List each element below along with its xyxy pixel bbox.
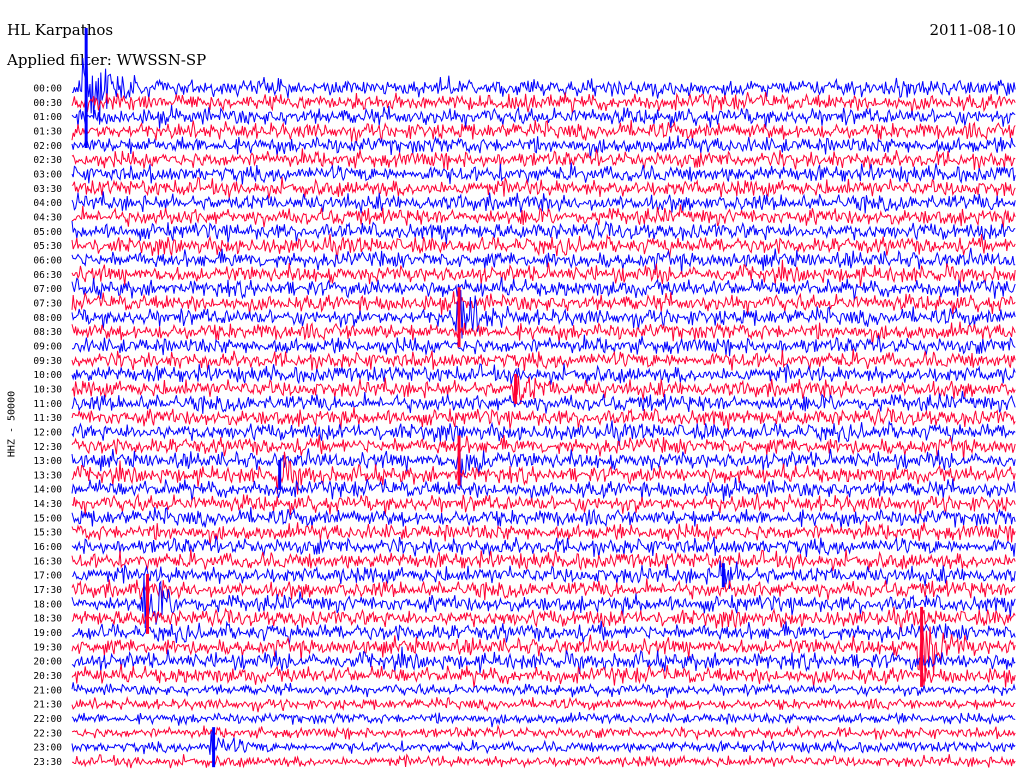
row-time-label: 14:30 [33, 499, 62, 510]
row-time-label: 00:30 [33, 98, 62, 109]
event-spike [514, 373, 518, 404]
event-spike [146, 573, 150, 634]
row-time-label: 01:00 [33, 112, 62, 123]
trace-row [71, 120, 1016, 144]
trace-row [71, 535, 1016, 558]
row-time-label: 12:30 [33, 442, 62, 453]
row-time-label: 09:30 [33, 356, 62, 367]
row-time-label: 22:00 [33, 714, 62, 725]
trace-row [71, 375, 1016, 405]
trace-row [71, 348, 1016, 371]
trace-row [71, 696, 1016, 713]
row-time-label: 17:00 [33, 571, 62, 582]
trace-row [71, 321, 1016, 345]
trace-group [71, 28, 1016, 769]
row-time-label: 17:30 [33, 585, 62, 596]
row-time-label: 21:00 [33, 685, 62, 696]
row-time-label: 19:00 [33, 628, 62, 639]
trace-row [71, 291, 1016, 315]
row-time-label: 04:30 [33, 212, 62, 223]
row-time-label: 11:30 [33, 413, 62, 424]
trace-row [71, 711, 1016, 728]
trace-row [71, 493, 1016, 516]
event-spike [457, 435, 461, 486]
row-time-label: 15:30 [33, 528, 62, 539]
row-time-label: 13:00 [33, 456, 62, 467]
row-time-label: 10:00 [33, 370, 62, 381]
row-time-label: 06:00 [33, 255, 62, 266]
row-time-label: 20:00 [33, 657, 62, 668]
event-spike [920, 606, 924, 687]
row-time-label: 01:30 [33, 126, 62, 137]
trace-row [71, 204, 1016, 229]
trace-row [71, 477, 1016, 502]
row-time-label: 23:30 [33, 757, 62, 768]
row-time-label: 06:30 [33, 270, 62, 281]
event-spike [721, 563, 725, 588]
row-time-label: 20:30 [33, 671, 62, 682]
row-time-label: 02:00 [33, 141, 62, 152]
row-time-label: 07:00 [33, 284, 62, 295]
row-time-label: 16:00 [33, 542, 62, 553]
trace-row [71, 37, 1016, 125]
row-time-label: 03:30 [33, 184, 62, 195]
event-spike [278, 459, 282, 490]
trace-row [71, 578, 1016, 601]
trace-row [71, 664, 1016, 688]
row-time-label: 04:00 [33, 198, 62, 209]
row-time-label: 08:30 [33, 327, 62, 338]
row-time-label: 15:00 [33, 513, 62, 524]
row-time-label: 02:30 [33, 155, 62, 166]
row-time-label: 22:30 [33, 728, 62, 739]
row-time-label: 14:00 [33, 485, 62, 496]
row-time-label: 10:30 [33, 384, 62, 395]
row-time-label: 07:30 [33, 298, 62, 309]
row-time-label: 09:00 [33, 341, 62, 352]
row-time-label: 16:30 [33, 556, 62, 567]
row-time-label: 08:00 [33, 313, 62, 324]
row-time-label: 13:30 [33, 470, 62, 481]
trace-row [71, 682, 1016, 698]
row-time-label: 18:00 [33, 599, 62, 610]
row-time-label: 11:00 [33, 399, 62, 410]
trace-row [71, 220, 1016, 244]
trace-row [71, 135, 1016, 159]
event-spike [212, 727, 216, 768]
row-time-label: 21:30 [33, 700, 62, 711]
row-time-label: 03:00 [33, 169, 62, 180]
helicorder-plot: 00:00 00:30 01:00 01:30 02:00 02:30 03:00 03:30… [33, 28, 1016, 769]
trace-row [71, 104, 1016, 130]
row-time-label: 19:30 [33, 642, 62, 653]
row-time-label: 05:30 [33, 241, 62, 252]
trace-row [71, 277, 1016, 301]
row-time-label: 18:30 [33, 614, 62, 625]
trace-row [71, 620, 1016, 645]
trace-row [71, 606, 1016, 633]
row-time-label: 00:00 [33, 84, 62, 95]
trace-row [71, 162, 1016, 185]
event-spike [84, 28, 88, 148]
row-time-label: 05:00 [33, 227, 62, 238]
row-time-label: 23:00 [33, 743, 62, 754]
trace-row [71, 148, 1016, 171]
row-time-label: 12:00 [33, 427, 62, 438]
trace-row [71, 191, 1016, 214]
trace-row [71, 507, 1016, 530]
time-label-group: 00:00 00:30 01:00 01:30 02:00 02:30 03:00 03:30… [33, 84, 62, 769]
event-spike [457, 287, 461, 348]
